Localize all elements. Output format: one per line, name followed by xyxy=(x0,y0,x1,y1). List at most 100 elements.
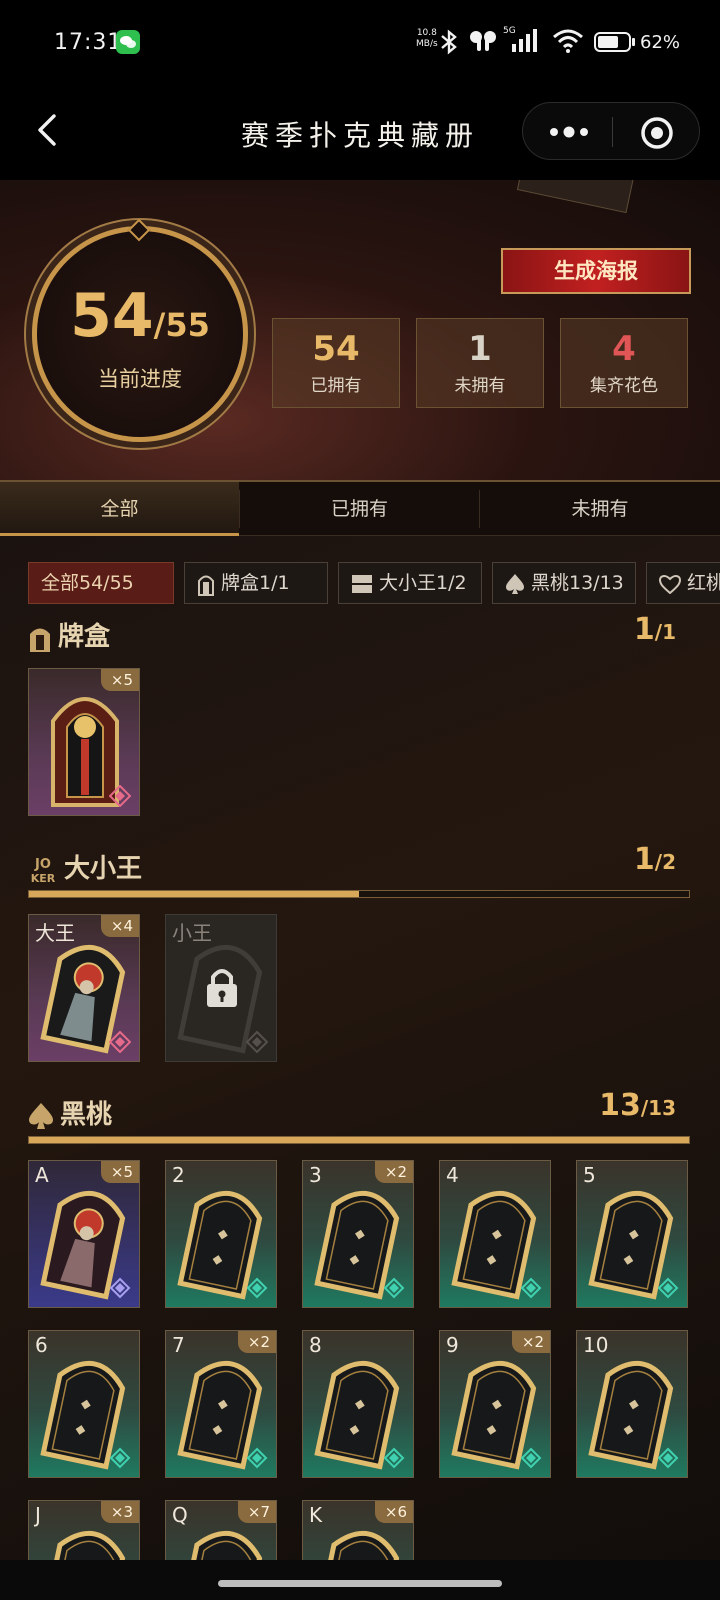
spade-card[interactable]: 9 ×2 xyxy=(439,1330,551,1478)
card-rank: 4 xyxy=(446,1163,459,1187)
card-rank: A xyxy=(35,1163,49,1187)
battery-level: 62% xyxy=(640,32,681,53)
card-rank: 8 xyxy=(309,1333,322,1357)
spade-card[interactable]: 4 xyxy=(439,1160,551,1308)
signal-icon xyxy=(512,29,537,52)
ownership-tabs: 全部 已拥有 未拥有 xyxy=(0,480,720,536)
card-rank: 5 xyxy=(583,1163,596,1187)
stat-owned: 54 已拥有 xyxy=(272,318,400,408)
joker-icon xyxy=(352,574,372,593)
category-filter-bar: 全部54/55 牌盒1/1 大小王1/2 黑桃13/13 红桃 xyxy=(28,562,720,604)
network-speed: 10.8 MB/s xyxy=(416,28,438,50)
spade-card[interactable]: 2 xyxy=(165,1160,277,1308)
section-count-spade: 13/13 xyxy=(599,1088,676,1123)
joker-total: /2 xyxy=(654,850,676,874)
battery-icon xyxy=(594,32,635,52)
filter-all[interactable]: 全部54/55 xyxy=(28,562,174,604)
section-count-card-box: 1/1 xyxy=(634,612,676,647)
spade-card[interactable]: A ×5 xyxy=(28,1160,140,1308)
mini-program-capsule xyxy=(522,102,700,160)
section-title-joker: JO KER 大小王 xyxy=(28,848,142,885)
rarity-gem-icon xyxy=(657,1277,679,1299)
joker-icon-text-bottom: KER xyxy=(31,872,56,885)
card-box-owned: 1 xyxy=(633,612,655,647)
joker-icon-text-top: JO xyxy=(34,857,51,872)
card-rank: 2 xyxy=(172,1163,185,1187)
close-mini-program-button[interactable] xyxy=(639,115,675,151)
section-spade-label: 黑桃 xyxy=(60,1100,113,1130)
card-quantity: ×4 xyxy=(100,915,139,937)
spade-card[interactable]: 7 ×2 xyxy=(165,1330,277,1478)
filter-heart[interactable]: 红桃 xyxy=(646,562,720,604)
card-rank: 9 xyxy=(446,1333,459,1357)
network-speed-unit: MB/s xyxy=(416,39,438,49)
progress-label: 当前进度 xyxy=(98,367,182,391)
spade-card[interactable]: 6 xyxy=(28,1330,140,1478)
filter-spade-label: 黑桃13/13 xyxy=(531,572,624,594)
rarity-gem-icon xyxy=(246,1031,268,1053)
card-rank: 7 xyxy=(172,1333,185,1357)
wechat-icon xyxy=(116,30,140,54)
tab-not-owned[interactable]: 未拥有 xyxy=(480,482,720,536)
spade-card[interactable]: 5 xyxy=(576,1160,688,1308)
rarity-gem-icon xyxy=(657,1447,679,1469)
rarity-gem-icon xyxy=(520,1447,542,1469)
nav-bar: 赛季扑克典藏册 xyxy=(0,88,720,180)
network-speed-value: 10.8 xyxy=(416,28,437,38)
card-box-item[interactable]: ×5 xyxy=(28,668,140,816)
rarity-gem-icon xyxy=(383,1277,405,1299)
stat-complete-suits-value: 4 xyxy=(612,329,636,369)
progress-ring: 54/55 当前进度 xyxy=(32,226,248,442)
filter-card-box[interactable]: 牌盒1/1 xyxy=(184,562,328,604)
card-quantity: ×3 xyxy=(100,1501,139,1523)
rarity-gem-icon xyxy=(109,1031,131,1053)
stat-complete-suits: 4 集齐花色 xyxy=(560,318,688,408)
spade-card[interactable]: K ×6 xyxy=(302,1500,414,1560)
card-rank: Q xyxy=(172,1503,188,1527)
tab-all[interactable]: 全部 xyxy=(0,482,239,536)
filter-joker[interactable]: 大小王1/2 xyxy=(338,562,482,604)
spade-card[interactable]: 10 xyxy=(576,1330,688,1478)
rarity-gem-icon xyxy=(520,1277,542,1299)
wifi-icon xyxy=(553,29,583,53)
card-rank: 小王 xyxy=(172,921,212,945)
rarity-gem-icon xyxy=(383,1447,405,1469)
tab-owned[interactable]: 已拥有 xyxy=(240,482,479,536)
progress-count: 54/55 xyxy=(37,281,243,351)
filter-spade[interactable]: 黑桃13/13 xyxy=(492,562,636,604)
card-big-joker[interactable]: 大王 ×4 xyxy=(28,914,140,1062)
collection-list: 全部54/55 牌盒1/1 大小王1/2 黑桃13/13 红桃 牌盒 1/1 ×… xyxy=(0,536,720,1560)
card-box-total: /1 xyxy=(654,620,676,644)
spade-total: /13 xyxy=(640,1096,676,1120)
rarity-gem-icon xyxy=(109,785,131,807)
rarity-gem-icon xyxy=(246,1277,268,1299)
spade-card[interactable]: 8 xyxy=(302,1330,414,1478)
stat-owned-label: 已拥有 xyxy=(310,376,362,396)
progress-total: /55 xyxy=(153,306,210,344)
card-box-icon xyxy=(198,575,214,596)
filter-joker-label: 大小王1/2 xyxy=(379,572,467,594)
spade-icon xyxy=(29,1102,53,1129)
rarity-gem-icon xyxy=(109,1447,131,1469)
card-rank: K xyxy=(309,1503,323,1527)
spade-card[interactable]: J ×3 xyxy=(28,1500,140,1560)
filter-all-label: 全部54/55 xyxy=(41,572,134,594)
joker-progress-fill xyxy=(29,891,359,897)
stat-complete-suits-label: 集齐花色 xyxy=(590,376,658,396)
more-options-button[interactable] xyxy=(547,119,591,145)
spade-card[interactable]: Q ×7 xyxy=(165,1500,277,1560)
home-indicator[interactable] xyxy=(218,1580,502,1587)
joker-progress-bar xyxy=(28,890,690,898)
spade-progress-bar xyxy=(28,1136,690,1144)
spade-card[interactable]: 3 ×2 xyxy=(302,1160,414,1308)
status-bar: 17:31 10.8 MB/s 5G 62% xyxy=(0,0,720,88)
status-time: 17:31 xyxy=(54,30,123,55)
card-quantity: ×6 xyxy=(374,1501,413,1523)
progress-owned: 54 xyxy=(70,281,154,351)
generate-poster-button[interactable]: 生成海报 xyxy=(501,248,691,294)
rarity-gem-icon xyxy=(246,1447,268,1469)
card-quantity: ×7 xyxy=(237,1501,276,1523)
card-small-joker-locked[interactable]: 小王 xyxy=(165,914,277,1062)
card-quantity: ×2 xyxy=(374,1161,413,1183)
section-joker-label: 大小王 xyxy=(64,854,143,884)
